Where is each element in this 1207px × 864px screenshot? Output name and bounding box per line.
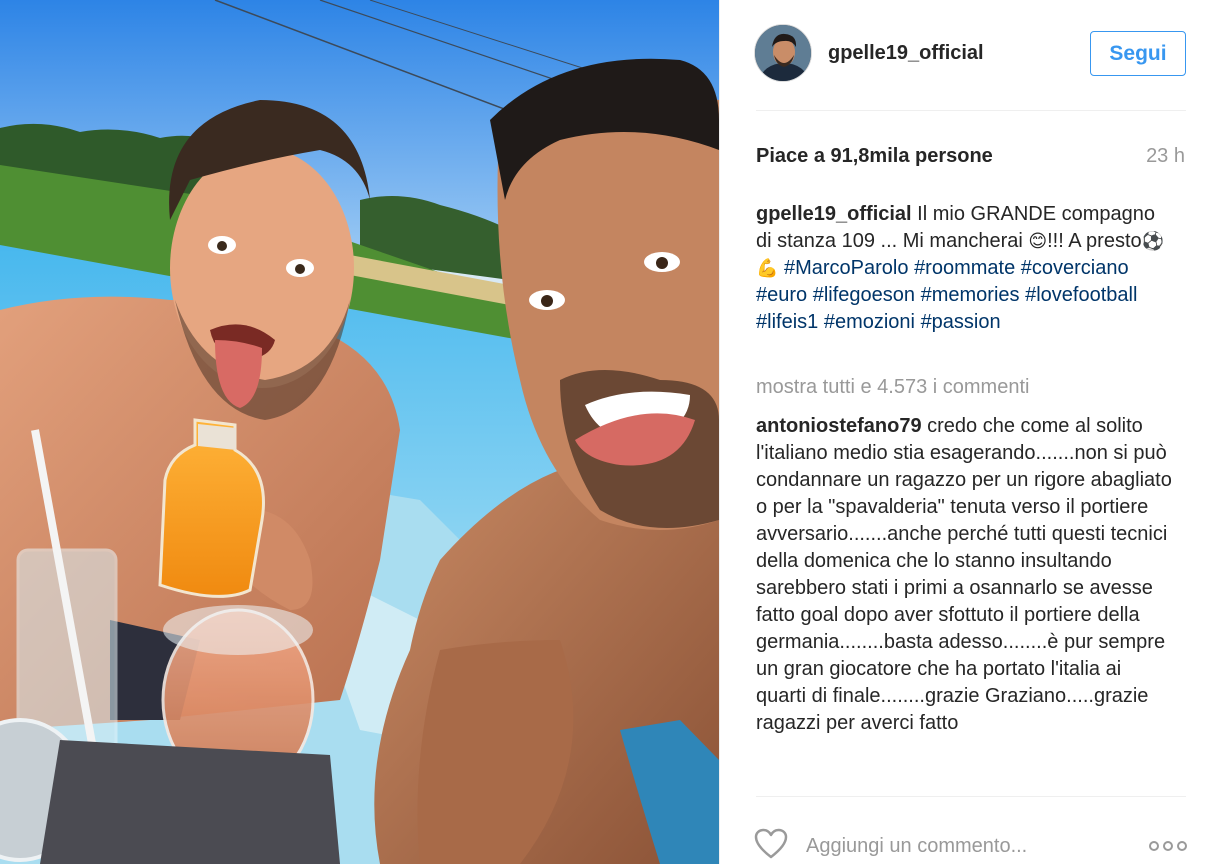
heart-outline-icon-svg <box>754 828 788 859</box>
caption-username[interactable]: gpelle19_official <box>756 203 912 225</box>
post-photo[interactable] <box>0 0 719 864</box>
hashtag-link[interactable]: #passion <box>921 311 1001 333</box>
show-all-comments-link[interactable]: mostra tutti e 4.573 i commenti <box>756 376 1029 399</box>
divider <box>756 110 1186 111</box>
hashtag-link[interactable]: #euro <box>756 284 807 306</box>
hashtag-link[interactable]: #emozioni <box>824 311 915 333</box>
divider <box>756 796 1186 797</box>
post-caption: gpelle19_official Il mio GRANDE compagno… <box>756 201 1176 336</box>
comment-text: credo che come al solito l'italiano medi… <box>756 415 1172 734</box>
comment-username[interactable]: antoniostefano79 <box>756 415 922 437</box>
smile-emoji: 😊 <box>1028 231 1048 252</box>
caption-text: !!! A presto <box>1047 230 1142 252</box>
hashtag-link[interactable]: #coverciano <box>1021 257 1129 279</box>
post-timestamp[interactable]: 23 h <box>1146 145 1185 168</box>
hashtag-link[interactable]: #lovefootball <box>1025 284 1137 306</box>
likes-count[interactable]: Piace a 91,8mila persone <box>756 145 993 168</box>
follow-button[interactable]: Segui <box>1090 31 1186 76</box>
add-comment-input[interactable] <box>806 832 1106 860</box>
hashtag-link[interactable]: #lifegoeson <box>813 284 915 306</box>
hashtag-link[interactable]: #roommate <box>914 257 1015 279</box>
post-author-username[interactable]: gpelle19_official <box>828 42 984 65</box>
comment-item: antoniostefano79 credo che come al solit… <box>756 413 1176 737</box>
hashtag-link[interactable]: #MarcoParolo <box>784 257 909 279</box>
profile-avatar[interactable] <box>754 24 812 82</box>
hashtag-link[interactable]: #memories <box>921 284 1020 306</box>
avatar-illustration <box>755 25 811 81</box>
more-options-icon[interactable] <box>1148 838 1188 854</box>
post-header: gpelle19_official Segui <box>720 0 1207 110</box>
hashtag-link[interactable]: #lifeis1 <box>756 311 818 333</box>
post-photo-illustration <box>0 0 719 864</box>
three-dots-svg <box>1149 841 1187 851</box>
post-details-panel: gpelle19_official Segui Piace a 91,8mila… <box>719 0 1207 864</box>
heart-outline-icon[interactable] <box>754 828 788 860</box>
